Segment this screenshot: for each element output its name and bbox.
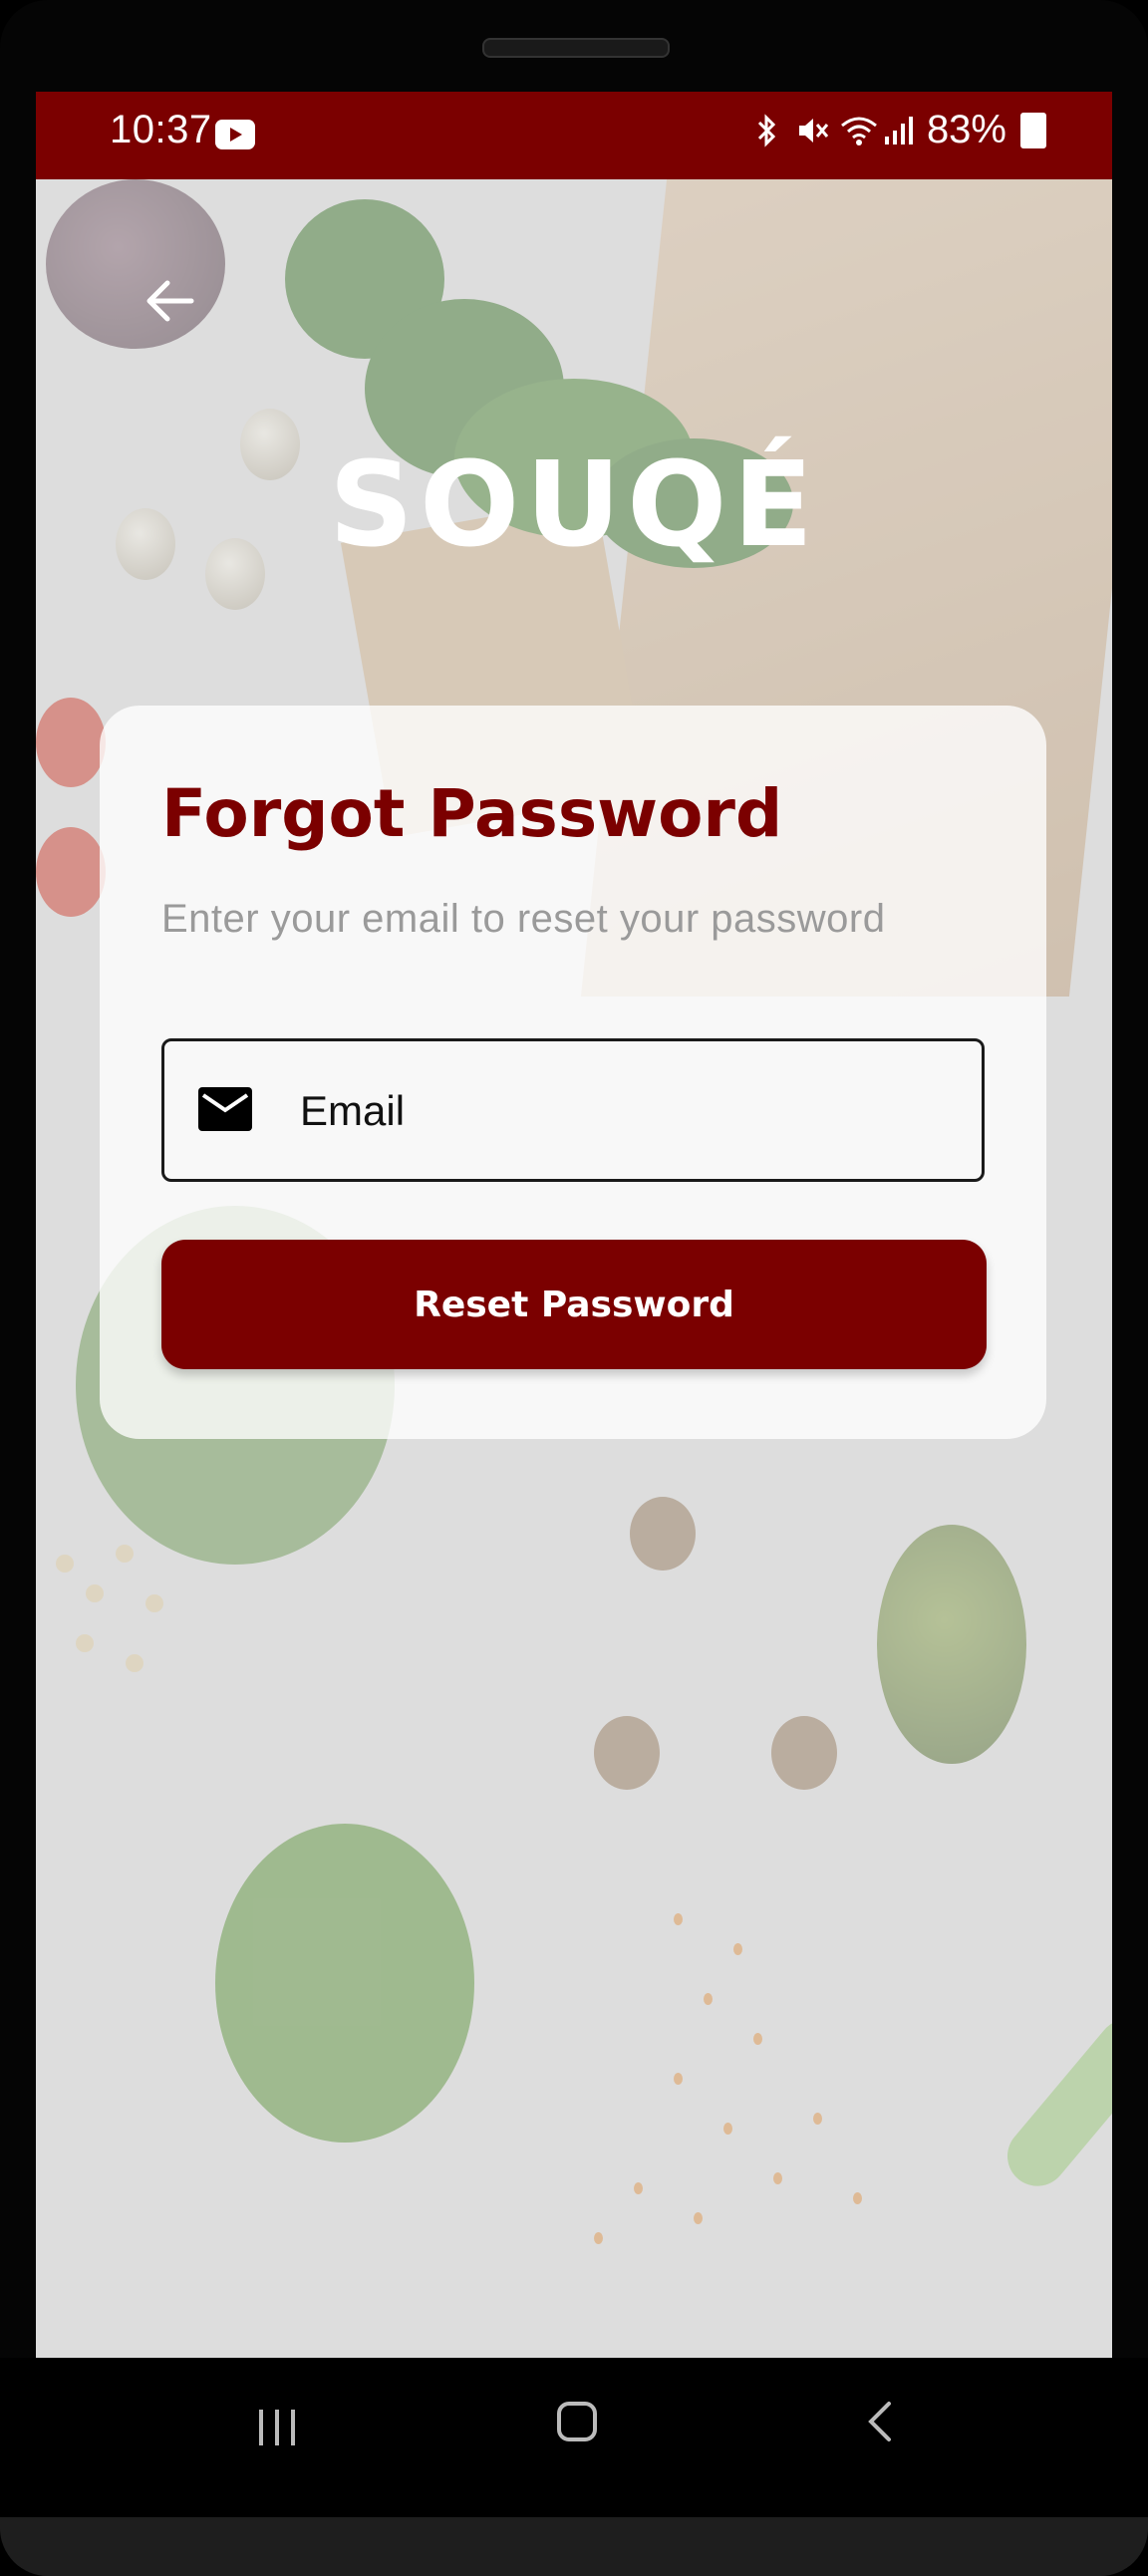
system-navigation-bar bbox=[0, 2358, 1148, 2517]
screen: 10:37 83% SOUQÉ Forgot Password Enter yo… bbox=[36, 92, 1112, 2358]
status-icons: 83% bbox=[751, 108, 1046, 152]
youtube-icon bbox=[215, 120, 255, 149]
signal-icon bbox=[883, 113, 913, 148]
mute-icon bbox=[795, 113, 829, 148]
forgot-password-card: Forgot Password Enter your email to rese… bbox=[100, 706, 1046, 1439]
recents-icon[interactable] bbox=[255, 2406, 299, 2453]
email-input[interactable] bbox=[298, 1077, 940, 1145]
page-subtitle: Enter your email to reset your password bbox=[161, 897, 886, 941]
speaker-grille bbox=[482, 38, 670, 58]
phone-bottom-bezel bbox=[0, 2517, 1148, 2576]
app-logo: SOUQÉ bbox=[328, 435, 820, 573]
back-arrow-icon bbox=[146, 280, 194, 322]
reset-password-button[interactable]: Reset Password bbox=[161, 1240, 987, 1369]
email-field[interactable] bbox=[161, 1038, 985, 1182]
back-button[interactable] bbox=[132, 261, 211, 341]
mail-icon bbox=[198, 1087, 252, 1135]
bluetooth-icon bbox=[751, 113, 781, 148]
status-time: 10:37 bbox=[110, 108, 212, 151]
home-icon[interactable] bbox=[555, 2400, 599, 2447]
page-title: Forgot Password bbox=[161, 775, 783, 852]
battery-percentage: 83% bbox=[926, 108, 1006, 151]
battery-icon bbox=[1020, 112, 1046, 148]
phone-frame: 10:37 83% SOUQÉ Forgot Password Enter yo… bbox=[0, 0, 1148, 2576]
status-bar: 10:37 83% bbox=[36, 92, 1112, 179]
back-icon[interactable] bbox=[859, 2400, 903, 2447]
wifi-icon bbox=[839, 113, 877, 148]
